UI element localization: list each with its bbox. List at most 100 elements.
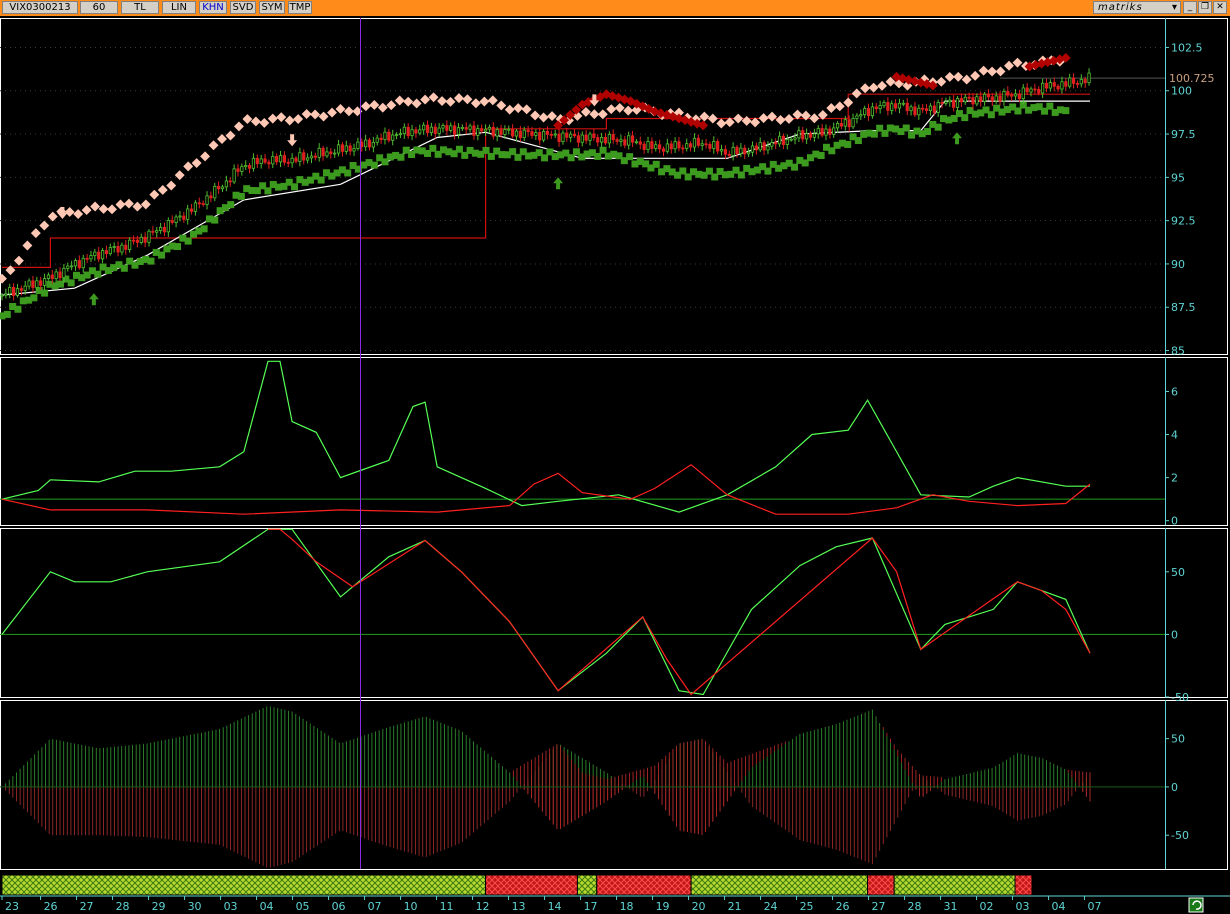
candle-body [464,127,468,130]
candle-body [932,105,936,113]
candle-body [302,152,306,161]
candle-body [282,155,286,163]
candle-body [487,126,492,130]
toolbar-button-khn[interactable]: KHN [199,1,227,14]
y-tick-label: 87.5 [1171,301,1196,314]
band-upper-mark [73,209,84,219]
trend-segment-up [893,874,1016,896]
candle-body [50,274,54,280]
candle-body [634,141,639,144]
band-lower-mark [291,183,299,191]
x-tick-label: 13 [512,900,526,913]
candle-body [309,155,314,159]
candle-body [394,134,399,137]
candle-body [785,139,789,145]
band-upper-mark [217,134,227,144]
x-tick-label: 07 [368,900,382,913]
trend-segment-up [1,874,487,896]
toolbar-button-tl[interactable]: TL [121,1,159,14]
y-tick-label: 0 [1171,515,1178,528]
toolbar-button-60[interactable]: 60 [80,1,118,14]
candle-body [375,137,379,143]
candle-body [561,132,565,142]
candle-body [982,93,987,102]
band-lower-mark [987,111,995,119]
candle-body [189,208,194,212]
candle-body [897,102,902,109]
band-upper-mark [64,207,75,217]
band-upper-mark [174,170,185,181]
candle-body [801,130,805,140]
candle-body [66,265,70,269]
y-tick-label: -50 [1171,829,1189,842]
candle-body [367,139,372,148]
band-upper-mark [775,115,786,125]
toolbar-button-svd[interactable]: SVD [230,1,256,14]
toolbar-button-vix0300213[interactable]: VIX0300213 [2,1,78,14]
candle-body [166,220,170,233]
band-lower-mark [237,192,245,200]
candle-body [340,144,345,152]
candle-body [1071,77,1076,84]
signal-arrow-up [88,293,99,306]
close-icon[interactable]: ✕ [1213,1,1227,14]
band-upper-mark [157,184,168,195]
band-lower-mark [961,114,969,122]
candle-body [23,285,27,291]
band-upper-mark [437,96,447,106]
band-upper-mark [784,114,794,124]
band-upper-mark [335,104,346,114]
candle-body [73,260,78,267]
candle-body [35,280,39,288]
toolbar-button-sym[interactable]: SYM [259,1,285,14]
band-lower-mark [791,163,799,171]
toolbar-button-lin[interactable]: LIN [162,1,196,14]
candle-body [805,133,809,140]
candle-body [754,145,758,151]
candle-body [990,96,994,102]
x-tick-label: 31 [944,900,958,913]
band-lower-mark [482,146,490,154]
candle-body [549,133,553,136]
x-tick-label: 11 [440,900,454,913]
candle-body [155,230,159,233]
signal-arrow-up [553,177,564,190]
y-tick-label: -50 [1171,691,1189,704]
candle-body [8,287,12,295]
toolbar-button-tmp[interactable]: TMP [288,1,312,14]
panel-frame [0,700,1228,870]
brand-dropdown[interactable]: matriks ▾ [1093,1,1181,14]
band-lower-mark [147,257,155,265]
candle-body [124,244,128,250]
candle-body [712,141,716,149]
band-lower-mark [429,144,437,152]
candle-body [716,141,720,152]
band-upper-mark [22,240,33,251]
band-upper-mark [344,106,354,117]
band-upper-mark [809,113,820,124]
candle-body [770,142,774,147]
candle-body [131,239,136,242]
candle-body [414,129,418,134]
band-upper-mark [208,140,219,151]
candle-body [290,157,294,164]
restore-icon[interactable]: ❐ [1198,1,1212,14]
band-upper-mark [479,96,490,107]
candle-body [81,257,85,269]
candle-body [692,137,697,148]
band-lower-mark [317,176,325,184]
candle-body [758,142,762,151]
band-upper-mark [183,161,194,172]
candle-body [615,139,619,142]
candle-body [600,136,604,143]
candle-body [971,97,975,105]
band-upper-mark [860,83,871,94]
candle-body [178,215,182,218]
candle-body [766,145,770,151]
band-upper-mark [30,228,41,239]
band-upper-mark [454,93,464,104]
minimize-icon[interactable]: _ [1183,1,1197,14]
candle-body [325,151,329,157]
y-tick-label: 90 [1171,258,1185,271]
band-upper-mark [995,66,1006,77]
